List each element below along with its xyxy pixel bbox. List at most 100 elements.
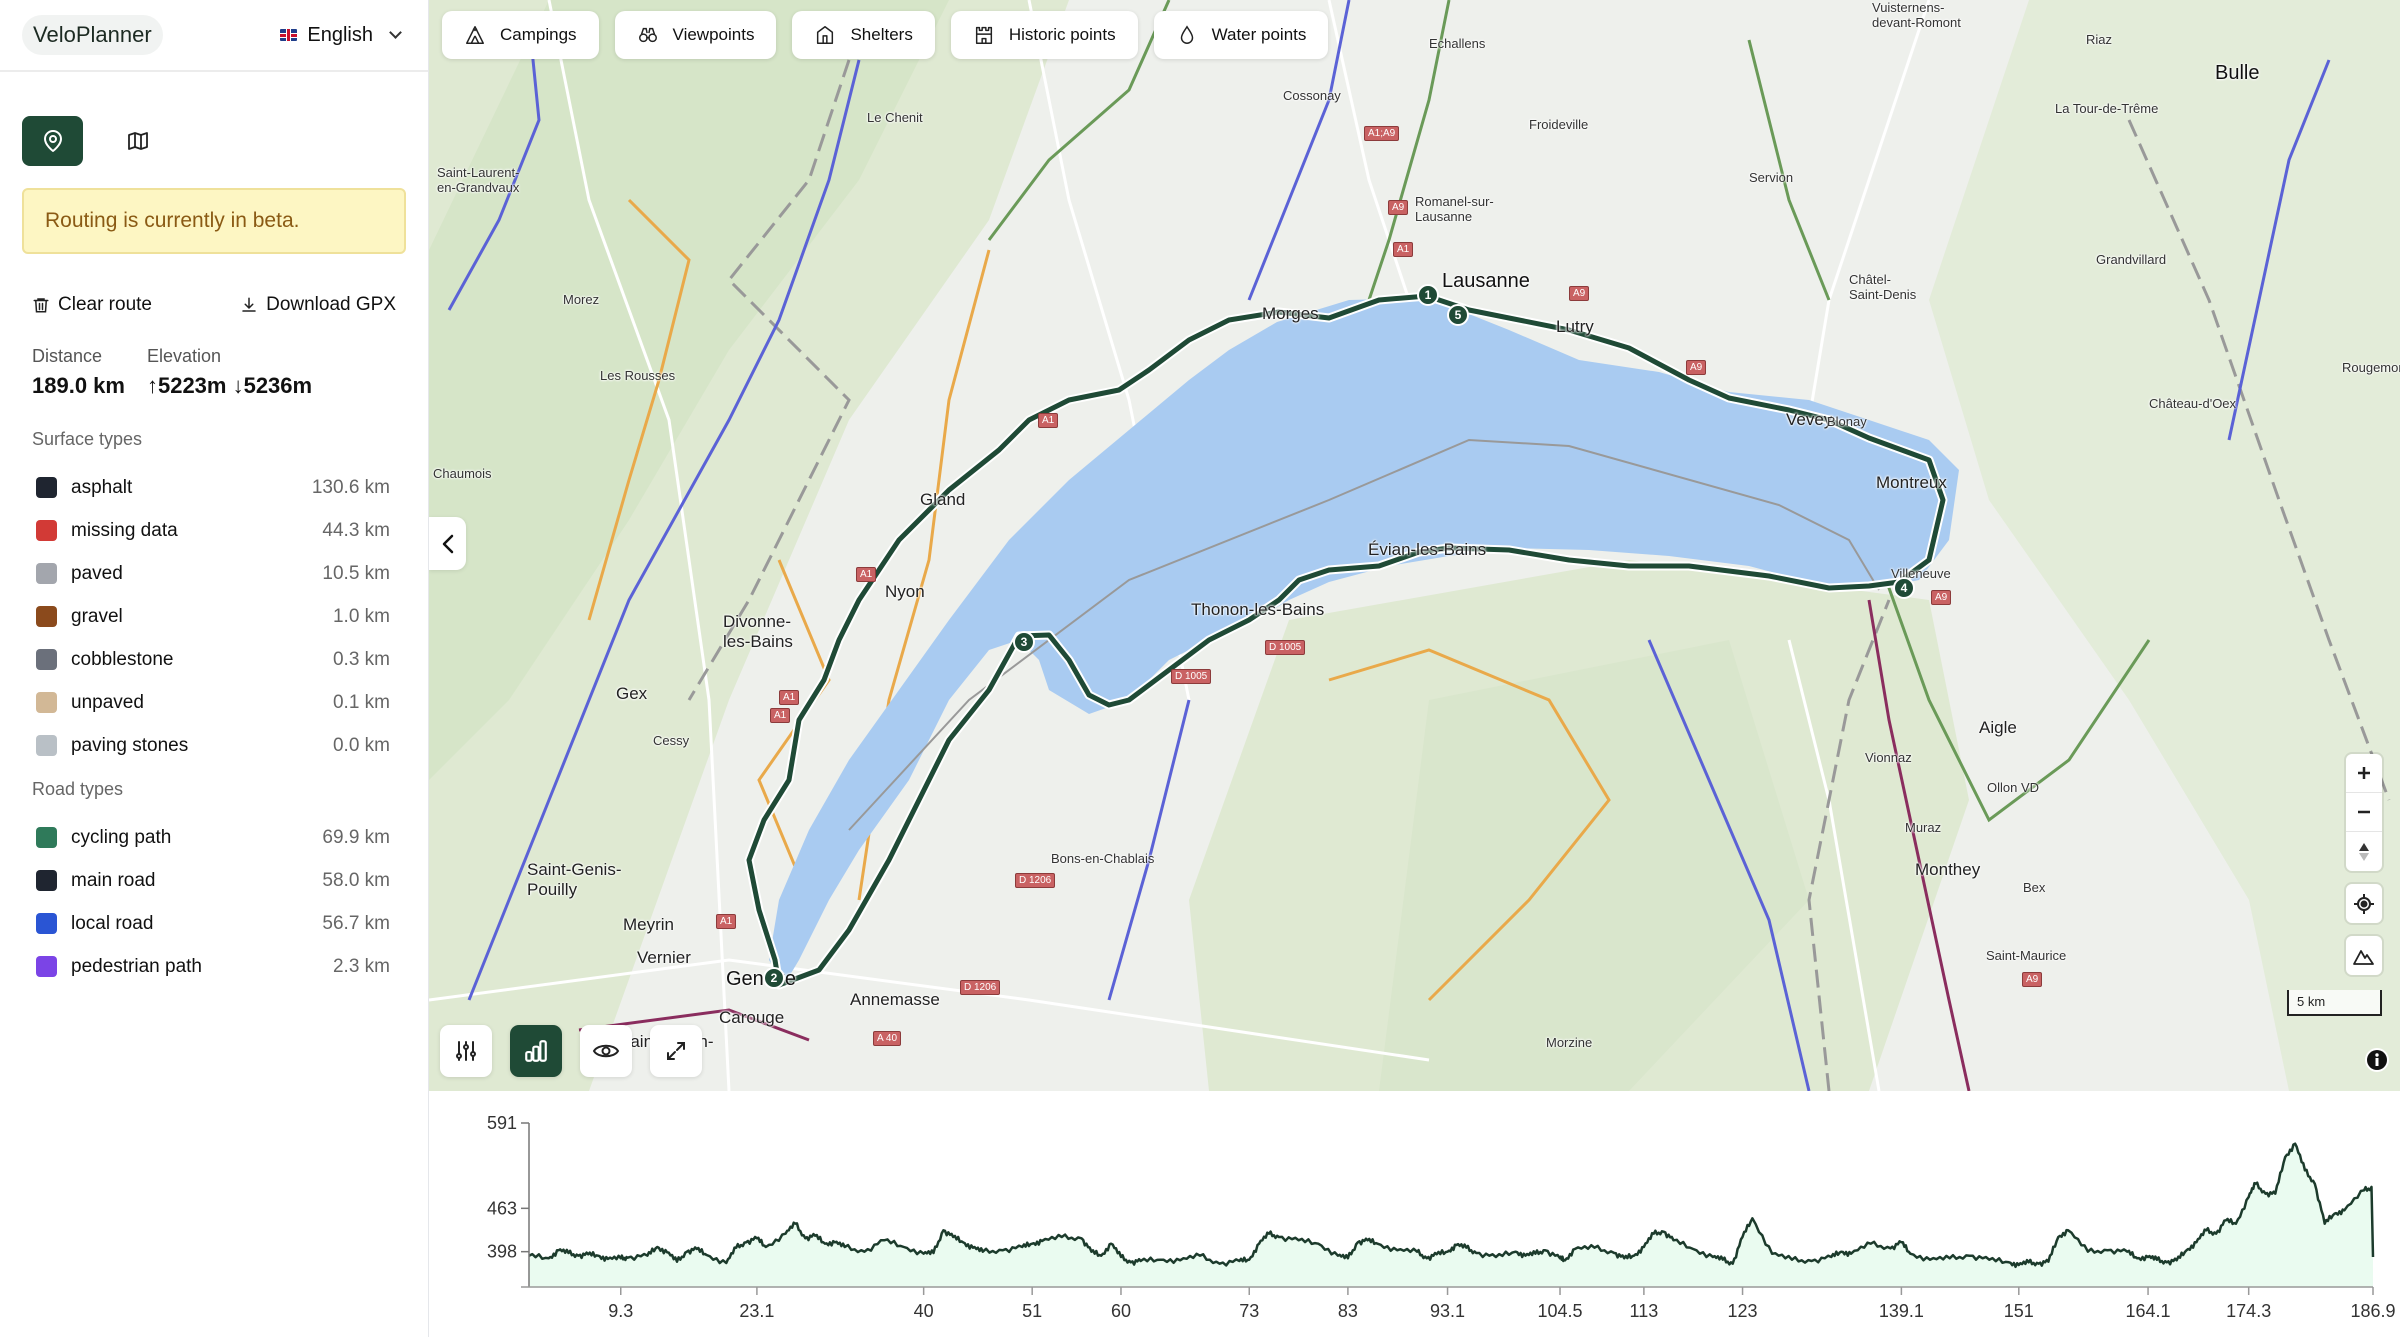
- road-shield: D 1206: [960, 980, 1001, 995]
- legend-name: main road: [71, 869, 156, 891]
- waypoint-marker[interactable]: 5: [1447, 304, 1469, 326]
- road-shield: A1: [1393, 242, 1414, 257]
- fullscreen-button[interactable]: [650, 1025, 702, 1077]
- app-logo[interactable]: VeloPlanner: [22, 15, 163, 55]
- elevation-label: Elevation: [146, 346, 222, 366]
- surface-legend-item: paving stones 0.0 km: [36, 724, 396, 767]
- poi-filter-viewpoints[interactable]: Viewpoints: [614, 11, 777, 59]
- color-swatch: [36, 913, 57, 934]
- visibility-toggle[interactable]: [580, 1025, 632, 1077]
- place-label: Bons-en-Chablais: [1051, 851, 1155, 866]
- place-label: Le Chenit: [867, 110, 923, 125]
- zoom-out-button[interactable]: [2346, 793, 2382, 832]
- place-label: Évian-les-Bains: [1368, 540, 1487, 559]
- minus-icon: [2358, 810, 2370, 814]
- terrain-toggle-button[interactable]: [2346, 936, 2382, 975]
- road-types-title: Road types: [32, 779, 124, 799]
- waypoint-marker[interactable]: 1: [1417, 284, 1439, 306]
- download-gpx-button[interactable]: Download GPX: [240, 294, 396, 316]
- road-shield: A9: [1931, 590, 1952, 605]
- place-label: Châtel-Saint-Denis: [1849, 272, 1917, 302]
- place-label: Romanel-sur-Lausanne: [1415, 194, 1494, 224]
- x-tick-label: 9.3: [608, 1301, 633, 1321]
- zoom-in-button[interactable]: [2346, 754, 2382, 793]
- binoculars-icon: [638, 27, 657, 43]
- elevation-stat: Elevation ↑5223m ↓5236m: [147, 346, 312, 399]
- place-label: Muraz: [1905, 820, 1942, 835]
- road-shield: D 1005: [1171, 669, 1212, 684]
- elevation-area: [529, 1143, 2373, 1287]
- sidebar-header: VeloPlanner English: [0, 0, 428, 72]
- place-label: Vevey: [1786, 410, 1833, 429]
- distance-label: Distance: [32, 346, 103, 366]
- place-label: Echallens: [1429, 36, 1486, 51]
- chevron-left-icon: [442, 534, 453, 553]
- poi-filter-campings[interactable]: Campings: [442, 11, 599, 59]
- map-icon: [127, 132, 148, 150]
- attribution-button[interactable]: [2365, 1048, 2389, 1072]
- legend-value: 1.0 km: [332, 605, 390, 627]
- place-label: Morges: [1262, 304, 1319, 323]
- elevation-chart-toggle[interactable]: [510, 1025, 562, 1077]
- color-swatch: [36, 563, 57, 584]
- elevation-profile[interactable]: 398 463 591 9.3 23.1 40 51 60 73 83 93.1 104.5 113 1…: [429, 1091, 2400, 1337]
- castle-icon: [975, 26, 992, 44]
- poi-filter-shelters[interactable]: Shelters: [792, 11, 935, 59]
- locate-icon: [2354, 893, 2374, 914]
- waypoint-marker[interactable]: 2: [763, 967, 785, 989]
- place-label: Genève: [726, 968, 797, 990]
- plus-icon: [2358, 767, 2370, 779]
- road-shield: A 40: [873, 1031, 902, 1046]
- legend-name: missing data: [71, 519, 178, 541]
- place-label: Saint-Laurent-en-Grandvaux: [437, 165, 520, 195]
- legend-value: 44.3 km: [322, 519, 390, 541]
- map-pin-icon: [43, 130, 62, 152]
- place-label: Ollon VD: [1987, 780, 2040, 795]
- waypoint-marker[interactable]: 3: [1013, 631, 1035, 653]
- clear-route-button[interactable]: Clear route: [32, 294, 152, 316]
- surface-legend-item: paved 10.5 km: [36, 552, 396, 595]
- x-tick-label: 113: [1630, 1301, 1659, 1321]
- droplet-icon: [1180, 25, 1193, 44]
- map-mode-button[interactable]: [107, 116, 168, 166]
- x-tick-label: 83: [1338, 1301, 1358, 1321]
- place-label: Gex: [616, 684, 648, 703]
- legend-value: 0.3 km: [332, 648, 390, 670]
- mode-switcher: [0, 72, 428, 166]
- x-tick-label: 123: [1728, 1301, 1758, 1321]
- poi-filter-water-points[interactable]: Water points: [1153, 11, 1329, 59]
- color-swatch: [36, 827, 57, 848]
- compass-icon: [2359, 842, 2369, 861]
- collapse-sidebar-button[interactable]: [429, 517, 466, 570]
- navigation-controls: [2346, 754, 2382, 871]
- map-toolbar: [440, 1025, 702, 1077]
- legend-value: 0.0 km: [332, 734, 390, 756]
- route-settings-button[interactable]: [440, 1025, 492, 1077]
- language-label: English: [307, 23, 373, 46]
- place-label: Gland: [920, 490, 966, 509]
- legend-value: 2.3 km: [332, 955, 390, 977]
- place-label: Montreux: [1876, 473, 1947, 492]
- map-view[interactable]: Lausanne Bulle Montreux Vevey Morges Lut…: [429, 0, 2400, 1091]
- road-shield: A1: [856, 567, 877, 582]
- elevation-chart[interactable]: 398 463 591 9.3 23.1 40 51 60 73 83 93.1 104.5 113 1…: [429, 1091, 2400, 1337]
- y-tick-label: 463: [487, 1198, 517, 1218]
- poi-filter-historic-points[interactable]: Historic points: [950, 11, 1138, 59]
- color-swatch: [36, 870, 57, 891]
- geolocate-button[interactable]: [2346, 884, 2382, 923]
- road-types-list: cycling path 69.9 km main road 58.0 km local…: [0, 800, 428, 988]
- clear-route-label: Clear route: [58, 294, 152, 315]
- legend-value: 56.7 km: [322, 912, 390, 934]
- poi-filter-label: Campings: [500, 25, 577, 44]
- waypoint-marker[interactable]: 4: [1893, 577, 1915, 599]
- language-selector[interactable]: English: [280, 24, 404, 47]
- uk-flag-icon: [280, 29, 298, 41]
- route-stats: Distance 189.0 km Elevation ↑5223m ↓5236…: [0, 316, 428, 399]
- terrain-control: [2346, 936, 2382, 975]
- road-shield: A1: [770, 708, 791, 723]
- reset-bearing-button[interactable]: [2346, 832, 2382, 871]
- route-mode-button[interactable]: [22, 116, 83, 166]
- color-swatch: [36, 692, 57, 713]
- place-label: Blonay: [1827, 414, 1867, 429]
- map-scale: 5 km: [2287, 990, 2382, 1016]
